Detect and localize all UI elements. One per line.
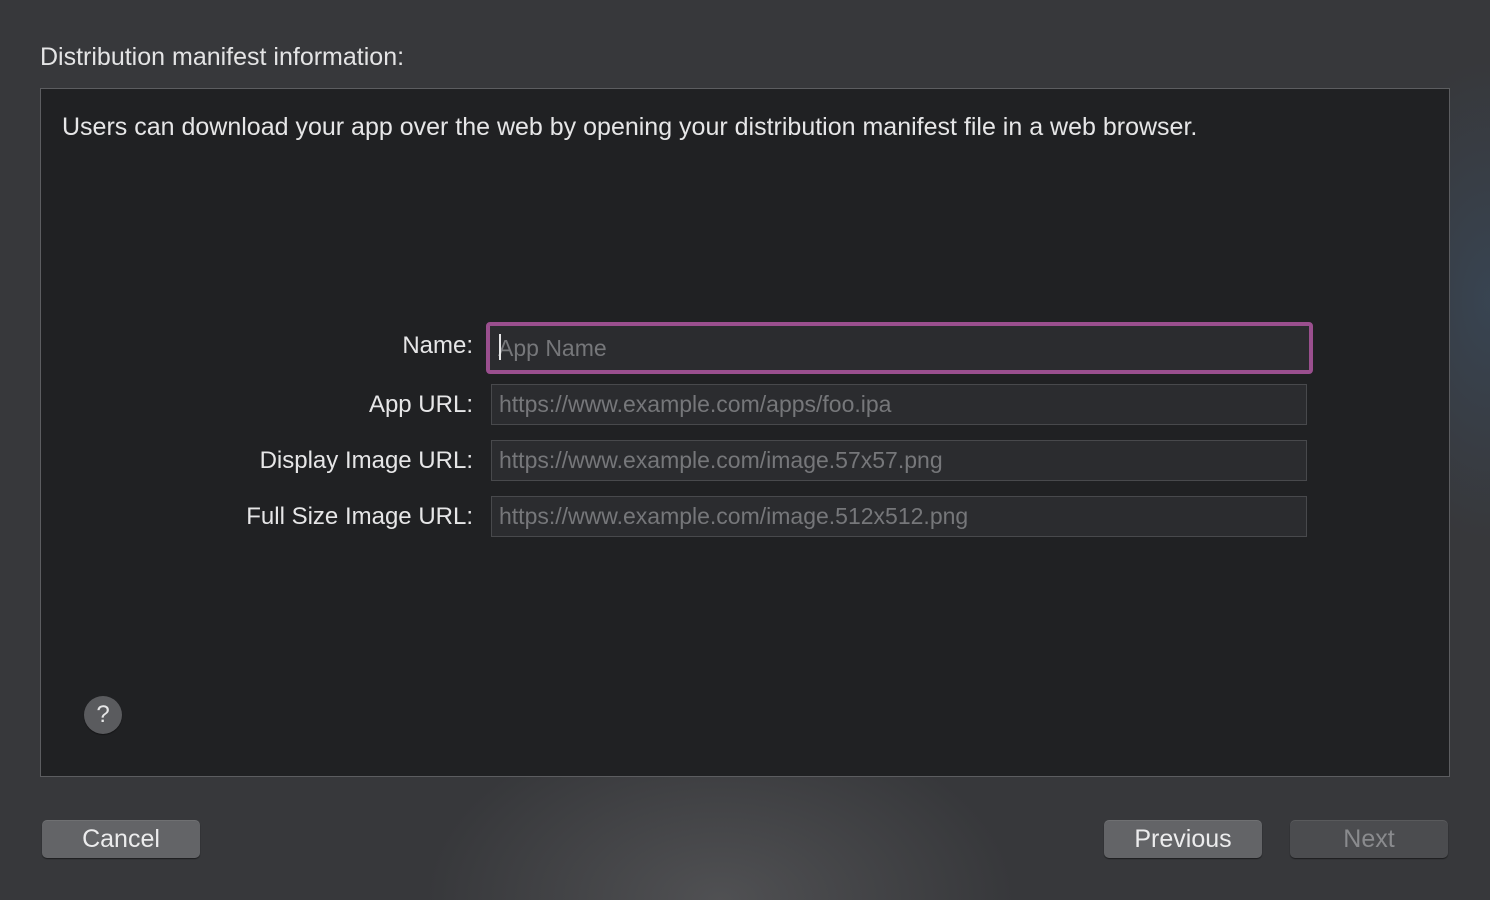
manifest-panel: Users can download your app over the web…: [40, 88, 1450, 777]
next-button[interactable]: Next: [1290, 820, 1448, 858]
app-url-row: App URL:: [41, 384, 1449, 426]
display-image-url-label: Display Image URL:: [259, 447, 473, 474]
name-label: Name:: [402, 332, 473, 359]
display-image-url-row: Display Image URL:: [41, 440, 1449, 482]
app-url-input[interactable]: [491, 384, 1307, 425]
app-url-label: App URL:: [368, 391, 473, 418]
name-row: Name:: [41, 322, 1449, 374]
full-size-image-url-input[interactable]: [491, 496, 1307, 537]
previous-button[interactable]: Previous: [1104, 820, 1262, 858]
full-size-image-url-row: Full Size Image URL:: [41, 496, 1449, 538]
help-button[interactable]: ?: [84, 696, 122, 734]
name-input[interactable]: [486, 322, 1313, 374]
question-mark-icon: ?: [96, 701, 110, 728]
cancel-button[interactable]: Cancel: [42, 820, 200, 858]
panel-description: Users can download your app over the web…: [62, 113, 1198, 141]
text-caret: [499, 334, 501, 360]
full-size-image-url-label: Full Size Image URL:: [246, 503, 473, 530]
sheet-title: Distribution manifest information:: [40, 43, 405, 71]
display-image-url-input[interactable]: [491, 440, 1307, 481]
